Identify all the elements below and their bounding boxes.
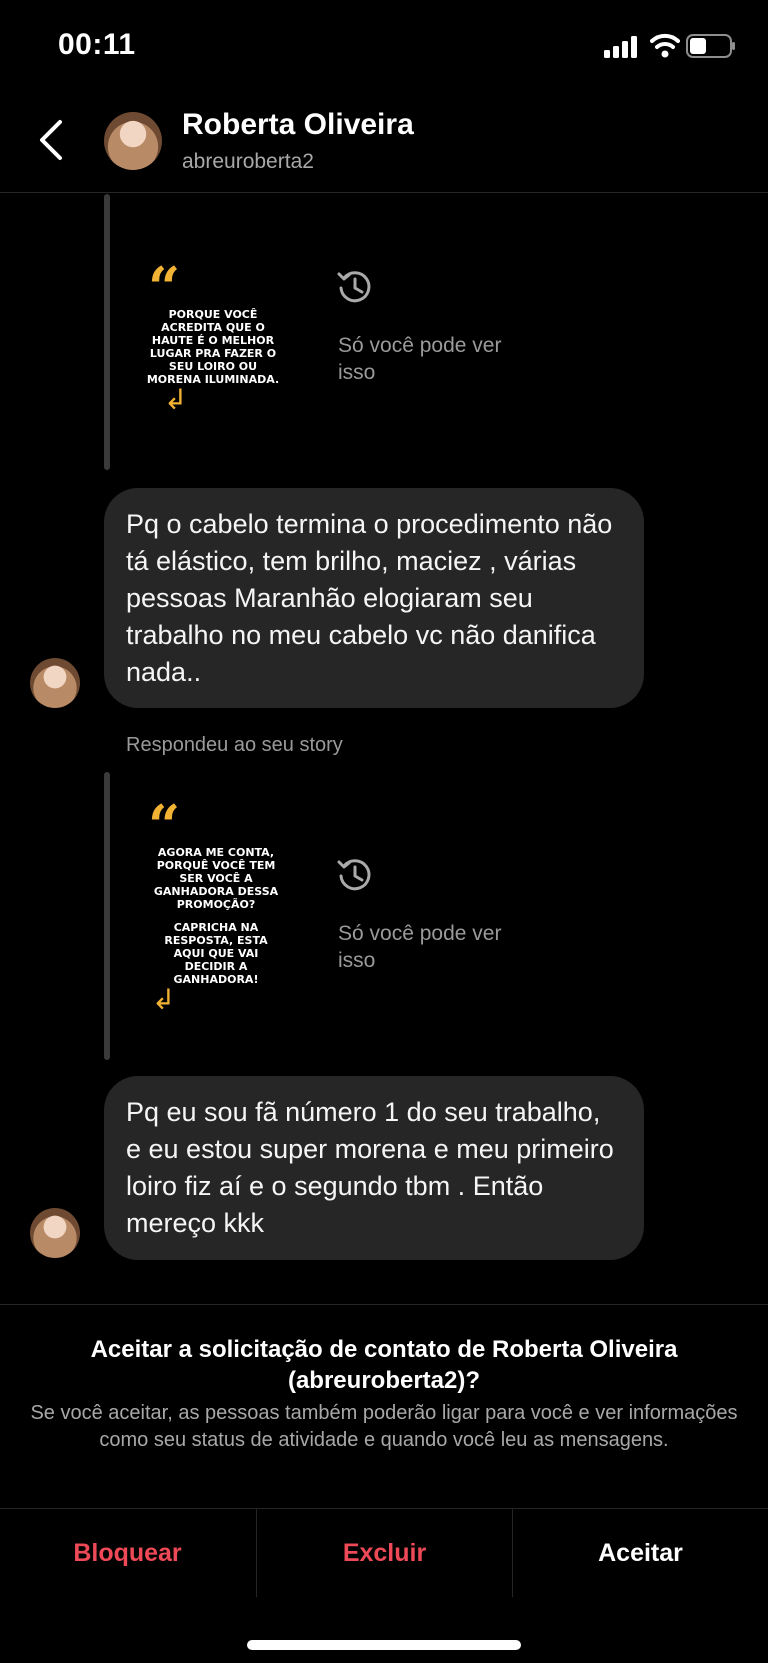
request-title: Aceitar a solicitação de contato de Robe…	[90, 1336, 678, 1394]
story-preview[interactable]: “ AGORA ME CONTA, PORQUÊ VOCÊ TEM SER VO…	[140, 793, 292, 1014]
request-description: Se você aceitar, as pessoas também poder…	[30, 1402, 738, 1451]
contact-username[interactable]: abreuroberta2	[182, 150, 314, 174]
battery-icon	[686, 34, 735, 58]
wifi-icon	[650, 33, 680, 58]
replied-label: Respondeu ao seu story	[126, 734, 343, 756]
avatar[interactable]	[30, 1208, 80, 1258]
history-icon	[337, 859, 371, 891]
story-text: AGORA ME CONTA, PORQUÊ VOCÊ TEM SER VOCÊ…	[153, 846, 279, 911]
contact-avatar[interactable]	[104, 112, 162, 170]
delete-button[interactable]: Excluir	[257, 1509, 512, 1597]
only-you-notice: Só você pode ver isso	[338, 334, 502, 384]
accept-button[interactable]: Aceitar	[513, 1509, 768, 1597]
header-divider	[0, 192, 768, 193]
home-indicator[interactable]	[247, 1640, 521, 1650]
story-text: CAPRICHA NA RESPOSTA, ESTA AQUI QUE VAI …	[164, 921, 268, 986]
curved-arrow-icon: ↲	[164, 384, 188, 415]
status-time: 00:11	[58, 28, 136, 61]
story-reply-bar	[104, 772, 110, 1060]
block-button[interactable]: Bloquear	[0, 1509, 255, 1597]
message-bubble[interactable]: Pq eu sou fã número 1 do seu trabalho, e…	[104, 1076, 644, 1260]
history-icon	[337, 271, 371, 303]
avatar[interactable]	[30, 658, 80, 708]
story-reply-bar	[104, 194, 110, 470]
quote-icon: “	[148, 793, 181, 859]
signal-icon	[604, 36, 637, 58]
chevron-left-icon[interactable]	[36, 118, 66, 162]
quote-icon: “	[148, 255, 181, 321]
curved-arrow-icon: ↲	[152, 984, 176, 1015]
story-preview[interactable]: “ PORQUE VOCÊ ACREDITA QUE O HAUTE É O M…	[140, 255, 286, 428]
only-you-notice: Só você pode ver isso	[338, 922, 502, 972]
message-bubble[interactable]: Pq o cabelo termina o procedimento não t…	[104, 488, 644, 708]
contact-name[interactable]: Roberta Oliveira	[182, 108, 414, 142]
